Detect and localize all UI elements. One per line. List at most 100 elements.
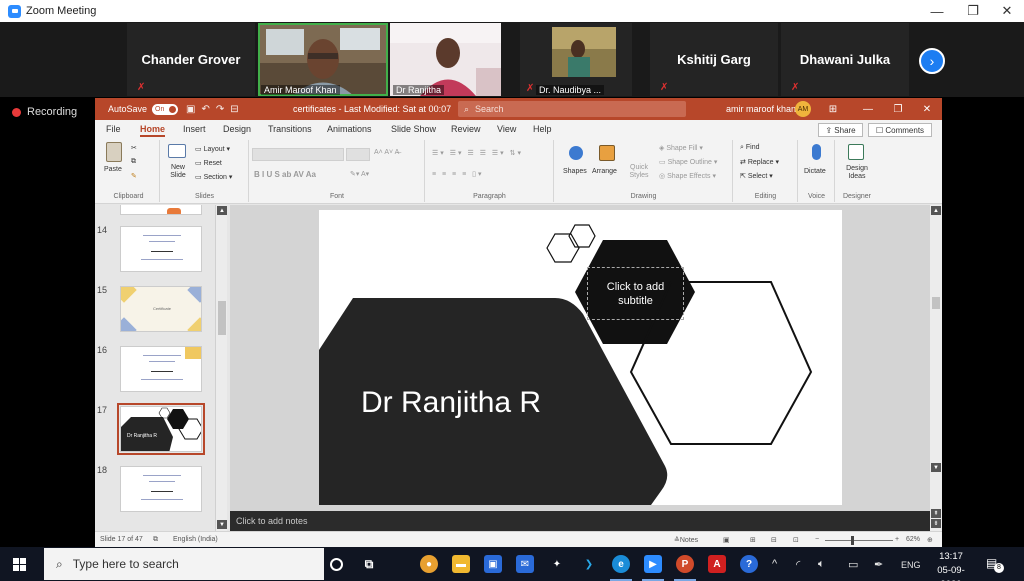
slideshow-icon[interactable]: ⊡ — [793, 536, 799, 544]
previous-slide-icon[interactable]: ⇞ — [931, 509, 941, 518]
notes-pane[interactable]: Click to add notes — [230, 511, 930, 531]
tab-transitions[interactable]: Transitions — [268, 124, 312, 134]
copy-icon[interactable]: ⧉ — [131, 158, 136, 166]
design-ideas-icon[interactable] — [848, 144, 864, 160]
slide-scrollbar[interactable]: ▲ ▼ ⇞ ⇟ — [930, 205, 942, 531]
language-status[interactable]: English (India) — [173, 536, 218, 543]
scroll-down-icon[interactable]: ▼ — [217, 520, 227, 529]
font-color-icon[interactable]: ✎▾ A▾ — [350, 170, 369, 178]
shapes-icon[interactable] — [569, 146, 583, 160]
tab-insert[interactable]: Insert — [183, 124, 206, 134]
comments-button[interactable]: ☐ Comments — [868, 123, 932, 137]
minimize-button[interactable]: — — [920, 0, 954, 22]
ppt-search-box[interactable]: ⌕ Search — [458, 101, 686, 117]
scroll-up-icon[interactable]: ▲ — [931, 206, 941, 215]
slide-title[interactable]: Dr Ranjitha R — [361, 386, 541, 420]
zoom-out-icon[interactable]: − — [815, 536, 819, 543]
align-icons[interactable]: ≡ ≡ ≡ ≡ ▯▾ — [432, 170, 483, 178]
notification-center-icon[interactable]: ▤ 8 — [986, 556, 1004, 573]
arrange-label[interactable]: Arrange — [592, 168, 617, 175]
subtitle-placeholder[interactable]: Click to add subtitle — [587, 267, 684, 320]
taskbar-search[interactable]: ⌕ Type here to search — [44, 548, 324, 580]
acrobat-icon[interactable]: A — [708, 555, 726, 573]
slide-scroll-thumb[interactable] — [932, 297, 940, 309]
slide-thumbnail-selected[interactable]: Dr Ranjitha R — [117, 403, 205, 455]
paste-label[interactable]: Paste — [104, 166, 122, 173]
slide-thumbnail[interactable] — [120, 346, 202, 392]
edge-icon[interactable]: e — [610, 555, 632, 581]
font-format-buttons[interactable]: B I U S ab AV Aa — [254, 170, 316, 179]
shapes-label[interactable]: Shapes — [563, 168, 587, 175]
participant-tile[interactable]: Dhawani Julka ✗ — [781, 23, 909, 96]
task-view-icon[interactable]: ⧉ — [360, 555, 378, 573]
cut-icon[interactable]: ✂ — [131, 144, 137, 152]
scroll-up-icon[interactable]: ▲ — [217, 206, 227, 215]
network-icon[interactable]: ◜ — [796, 558, 800, 571]
ppt-restore-button[interactable]: ❐ — [888, 101, 908, 117]
tab-home[interactable]: Home — [140, 124, 166, 137]
share-button[interactable]: ⇪ Share — [818, 123, 863, 137]
cortana-icon[interactable] — [330, 558, 343, 571]
thumbnail-scroll-thumb[interactable] — [218, 301, 226, 335]
vscode-icon[interactable]: ❯ — [580, 555, 598, 573]
shape-effects-button[interactable]: ◎ Shape Effects ▾ — [659, 172, 716, 180]
tab-view[interactable]: View — [497, 124, 516, 134]
pen-icon[interactable]: ✒ — [874, 558, 883, 571]
zoom-taskbar-icon[interactable]: ▶ — [642, 555, 664, 581]
recording-indicator[interactable]: Recording — [12, 106, 77, 118]
quick-styles-label[interactable]: Quick Styles — [627, 164, 651, 180]
zoom-slider-thumb[interactable] — [851, 536, 854, 545]
layout-button[interactable]: ▭ Layout ▾ — [195, 145, 230, 153]
paste-icon[interactable] — [106, 142, 122, 162]
list-icons[interactable]: ☰▾ ☰▾ ☰ ☰ ☰▾ ⇅▾ — [432, 149, 523, 157]
store-icon[interactable]: ▣ — [484, 555, 502, 573]
current-slide[interactable]: Click to add subtitle Dr Ranjitha R — [319, 210, 842, 505]
reading-view-icon[interactable]: ⊟ — [771, 536, 777, 544]
tab-animations[interactable]: Animations — [327, 124, 372, 134]
reset-button[interactable]: ▭ Reset — [195, 159, 222, 167]
thumbnail-scrollbar[interactable]: ▲ ▼ — [215, 205, 227, 531]
battery-icon[interactable]: ▭ — [848, 558, 858, 571]
file-explorer-icon[interactable]: ▬ — [452, 555, 470, 573]
design-ideas-label[interactable]: Design Ideas — [844, 165, 870, 181]
tab-help[interactable]: Help — [533, 124, 552, 134]
participant-tile[interactable]: Kshitij Garg ✗ — [650, 23, 778, 96]
autosave-toggle[interactable]: On — [152, 103, 179, 115]
new-slide-icon[interactable] — [168, 144, 186, 158]
next-slide-icon[interactable]: ⇟ — [931, 519, 941, 528]
shape-fill-button[interactable]: ◈ Shape Fill ▾ — [659, 144, 703, 152]
participant-tile[interactable]: Dr Ranjitha — [390, 23, 501, 96]
dropbox-icon[interactable]: ✦ — [548, 555, 566, 573]
document-title[interactable]: certificates - Last Modified: Sat at 00:… — [293, 104, 451, 114]
spellcheck-icon[interactable]: ⧉ — [153, 536, 158, 544]
slide-sorter-icon[interactable]: ⊞ — [750, 536, 756, 544]
tab-design[interactable]: Design — [223, 124, 251, 134]
mail-icon[interactable]: ✉ — [516, 555, 534, 573]
help-icon[interactable]: ? — [740, 555, 758, 573]
tray-chevron-icon[interactable]: ^ — [772, 558, 777, 570]
slide-thumbnail[interactable] — [120, 466, 202, 512]
input-language[interactable]: ENG — [901, 560, 921, 570]
scroll-down-icon[interactable]: ▼ — [931, 463, 941, 472]
ribbon-display-options-icon[interactable]: ⊞ — [823, 101, 843, 117]
tab-slide-show[interactable]: Slide Show — [391, 124, 436, 134]
chrome-icon[interactable]: ● — [420, 555, 438, 573]
participant-tile-active[interactable]: Amir Maroof Khan — [258, 23, 388, 96]
account-avatar[interactable]: AM — [795, 101, 811, 117]
participant-tile[interactable]: Chander Grover ✗ — [127, 23, 255, 96]
slide-thumbnail[interactable] — [120, 205, 202, 215]
participant-tile[interactable]: ✗ Dr. Naudibya ... — [520, 23, 632, 96]
zoom-level[interactable]: 62% — [906, 536, 920, 543]
slide-thumbnail[interactable] — [120, 226, 202, 272]
taskbar-clock[interactable]: 13:17 05-09-2020 — [929, 550, 973, 581]
restore-button[interactable]: ❐ — [956, 0, 990, 22]
section-button[interactable]: ▭ Section ▾ — [195, 173, 232, 181]
new-slide-label[interactable]: New Slide — [165, 164, 191, 180]
windows-start-icon[interactable] — [13, 558, 26, 571]
shape-outline-button[interactable]: ▭ Shape Outline ▾ — [659, 158, 717, 166]
microphone-icon[interactable] — [812, 144, 821, 160]
ppt-close-button[interactable]: ✕ — [917, 101, 937, 117]
zoom-in-icon[interactable]: + — [895, 536, 899, 543]
fit-slide-icon[interactable]: ⊕ — [927, 536, 933, 544]
grow-shrink-font-icons[interactable]: A˄ A˅ A̶ — [374, 149, 399, 156]
